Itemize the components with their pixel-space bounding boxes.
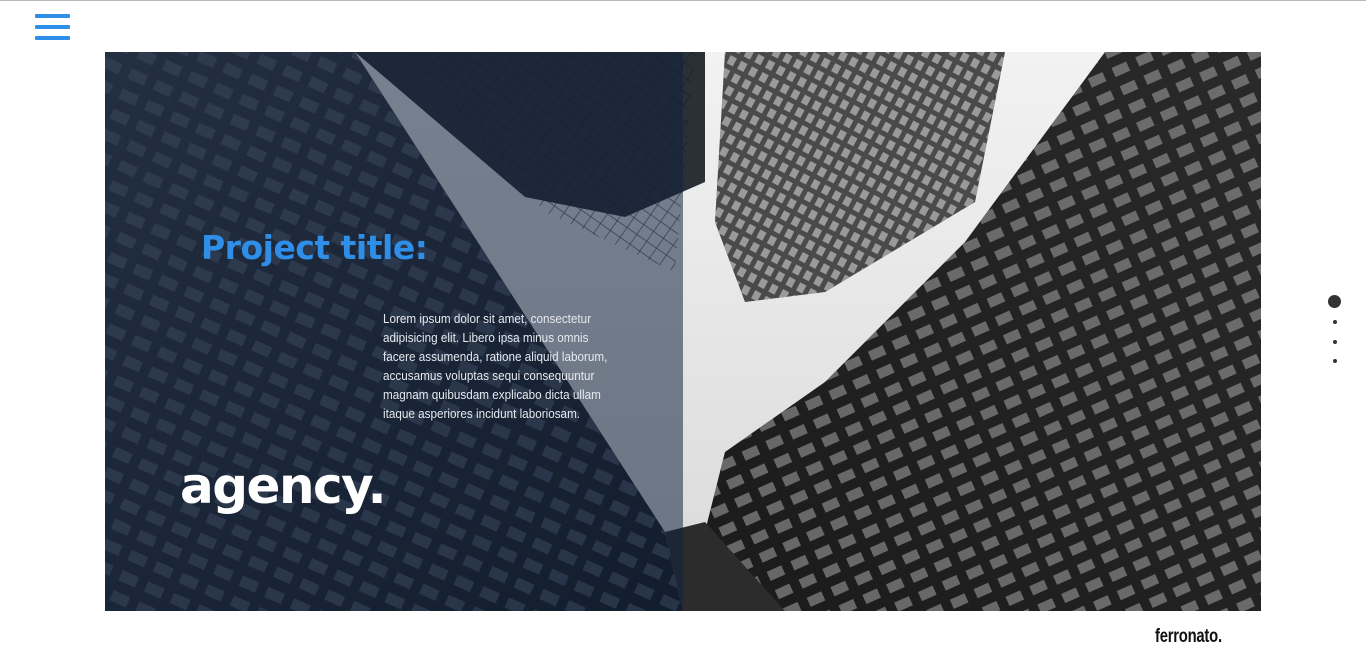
project-description: Lorem ipsum dolor sit amet, consectetur … bbox=[383, 311, 608, 421]
pagination-dot[interactable] bbox=[1333, 340, 1337, 344]
agency-tagline: agency. bbox=[180, 457, 387, 515]
brand-logo[interactable]: ferronato. bbox=[1155, 626, 1222, 648]
hamburger-menu-icon[interactable] bbox=[35, 14, 71, 44]
top-border bbox=[0, 0, 1366, 1]
menu-bar bbox=[35, 36, 70, 40]
hero-slide: Project title: Lorem ipsum dolor sit ame… bbox=[105, 52, 1261, 611]
slide-pagination bbox=[1327, 295, 1343, 370]
pagination-dot-active[interactable] bbox=[1328, 295, 1341, 308]
menu-bar bbox=[35, 25, 70, 29]
pagination-dot[interactable] bbox=[1333, 320, 1337, 324]
pagination-dot[interactable] bbox=[1333, 359, 1337, 363]
project-title: Project title: bbox=[201, 228, 428, 267]
menu-bar bbox=[35, 14, 70, 18]
